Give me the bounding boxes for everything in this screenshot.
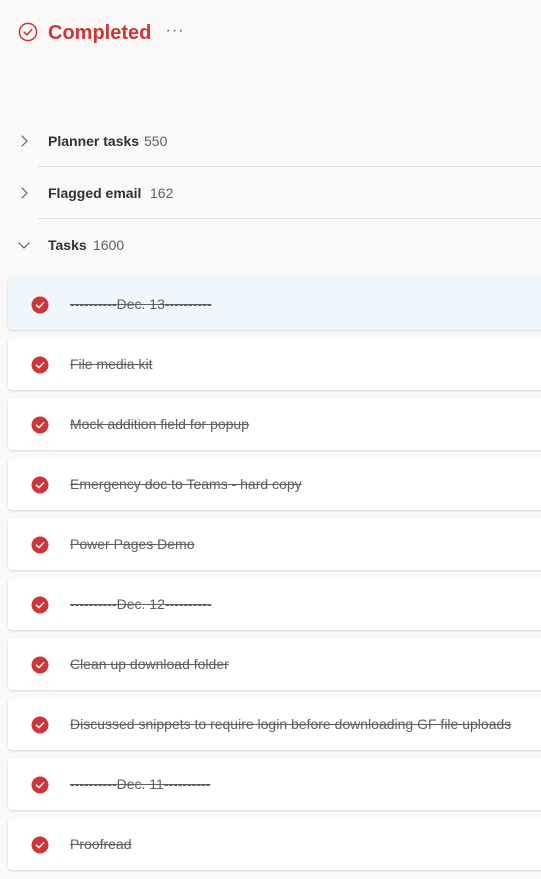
chevron-down-icon <box>18 242 30 249</box>
task-row[interactable]: Mock addition field for popup <box>8 398 541 450</box>
group-count: 162 <box>150 185 174 201</box>
completed-check-icon[interactable] <box>31 836 49 854</box>
group-label: Flagged email <box>48 185 142 201</box>
task-title: Mock addition field for popup <box>70 416 249 432</box>
task-title: Clean up download folder <box>70 656 229 672</box>
group-label: Tasks <box>48 237 87 253</box>
task-row[interactable]: ----------Dec. 11---------- <box>8 758 541 810</box>
task-row[interactable]: ----------Dec. 13---------- <box>8 278 541 330</box>
task-title: Emergency doc to Teams - hard copy <box>70 476 302 492</box>
task-title: ----------Dec. 13---------- <box>70 296 212 312</box>
completed-check-icon[interactable] <box>31 536 49 554</box>
task-title: Proofread <box>70 836 132 852</box>
task-row[interactable]: Proofread <box>8 818 541 870</box>
task-row[interactable]: Emergency doc to Teams - hard copy <box>8 458 541 510</box>
task-row[interactable]: ----------Dec. 12---------- <box>8 578 541 630</box>
task-title: Power Pages Demo <box>70 536 195 552</box>
chevron-right-icon <box>21 135 28 147</box>
completed-check-icon[interactable] <box>31 656 49 674</box>
group-flagged-email[interactable]: Flagged email 162 <box>0 167 541 219</box>
group-count: 1600 <box>93 237 125 253</box>
page-title: Completed <box>48 22 152 44</box>
completed-check-icon[interactable] <box>31 596 49 614</box>
completed-check-icon[interactable] <box>31 296 49 314</box>
task-row[interactable]: Clean up download folder <box>8 638 541 690</box>
chevron-right-icon <box>21 187 28 199</box>
task-title: ----------Dec. 12---------- <box>70 596 212 612</box>
completed-check-icon[interactable] <box>31 476 49 494</box>
task-title: ----------Dec. 11---------- <box>70 776 211 792</box>
group-tasks[interactable]: Tasks 1600 <box>0 219 541 271</box>
completed-check-icon[interactable] <box>31 716 49 734</box>
group-label: Planner tasks <box>48 133 140 149</box>
task-row[interactable]: Discussed snippets to require login befo… <box>8 698 541 750</box>
check-circle-icon <box>18 22 38 42</box>
group-count: 550 <box>144 133 168 149</box>
completed-check-icon[interactable] <box>31 416 49 434</box>
list-header: Completed ··· <box>0 0 541 66</box>
task-title: File media kit <box>70 356 153 372</box>
group-planner-tasks[interactable]: Planner tasks 550 <box>0 115 541 167</box>
task-row[interactable]: File media kit <box>8 338 541 390</box>
completed-check-icon[interactable] <box>31 356 49 374</box>
task-title: Discussed snippets to require login befo… <box>70 716 512 732</box>
completed-check-icon[interactable] <box>31 776 49 794</box>
more-options-button[interactable]: ··· <box>163 18 187 46</box>
task-row[interactable]: Power Pages Demo <box>8 518 541 570</box>
